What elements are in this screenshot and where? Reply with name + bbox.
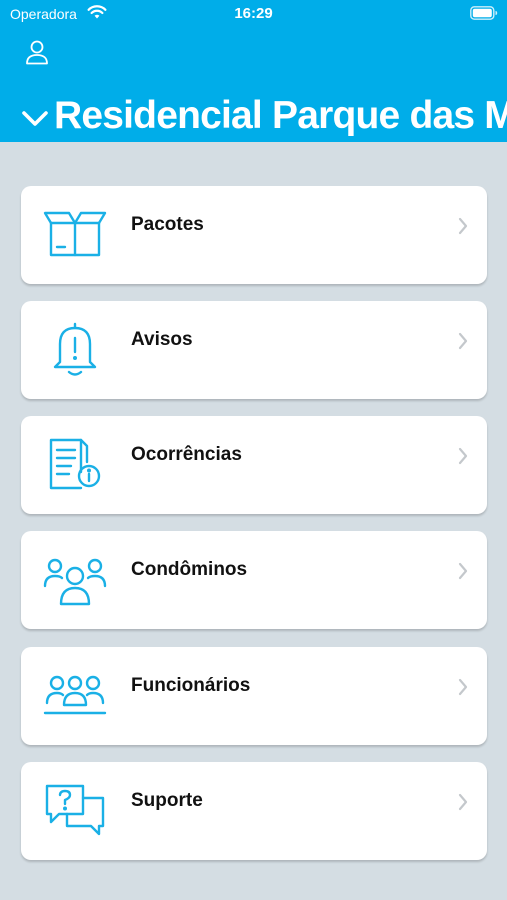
menu-item-suporte[interactable]: Suporte [21, 762, 487, 860]
chevron-right-icon [457, 216, 469, 236]
menu-item-pacotes[interactable]: Pacotes [21, 186, 487, 284]
status-time: 16:29 [234, 5, 273, 22]
menu-item-label: Funcionários [131, 675, 251, 696]
document-info-icon [43, 434, 107, 496]
page-title: Residencial Parque das Mangueiras [54, 94, 507, 137]
chevron-right-icon [457, 331, 469, 351]
chevron-right-icon [457, 561, 469, 581]
menu-item-label: Ocorrências [131, 444, 242, 465]
condominium-selector[interactable]: Residencial Parque das Mangueiras [0, 92, 507, 142]
menu-item-ocorrencias[interactable]: Ocorrências [21, 416, 487, 514]
app-header: Operadora 16:29 Residencial Parque das M [0, 0, 507, 142]
chevron-down-icon[interactable] [20, 108, 50, 130]
menu-item-label: Condôminos [131, 559, 248, 580]
chevron-right-icon [457, 792, 469, 812]
menu-item-condominos[interactable]: Condôminos [21, 531, 487, 629]
package-box-icon [43, 204, 107, 266]
profile-button[interactable] [22, 36, 52, 68]
person-icon [25, 39, 49, 65]
menu-item-label: Suporte [131, 790, 203, 811]
help-chat-icon [43, 780, 107, 842]
menu-item-avisos[interactable]: Avisos [21, 301, 487, 399]
menu-item-label: Pacotes [131, 214, 204, 235]
menu-item-label: Avisos [131, 329, 193, 350]
bell-alert-icon [43, 319, 107, 381]
staff-group-icon [43, 665, 107, 727]
menu-item-funcionarios[interactable]: Funcionários [21, 647, 487, 745]
status-bar: Operadora 16:29 [0, 0, 507, 28]
chevron-right-icon [457, 446, 469, 466]
battery-icon [470, 6, 498, 20]
residents-group-icon [43, 549, 107, 611]
chevron-right-icon [457, 677, 469, 697]
